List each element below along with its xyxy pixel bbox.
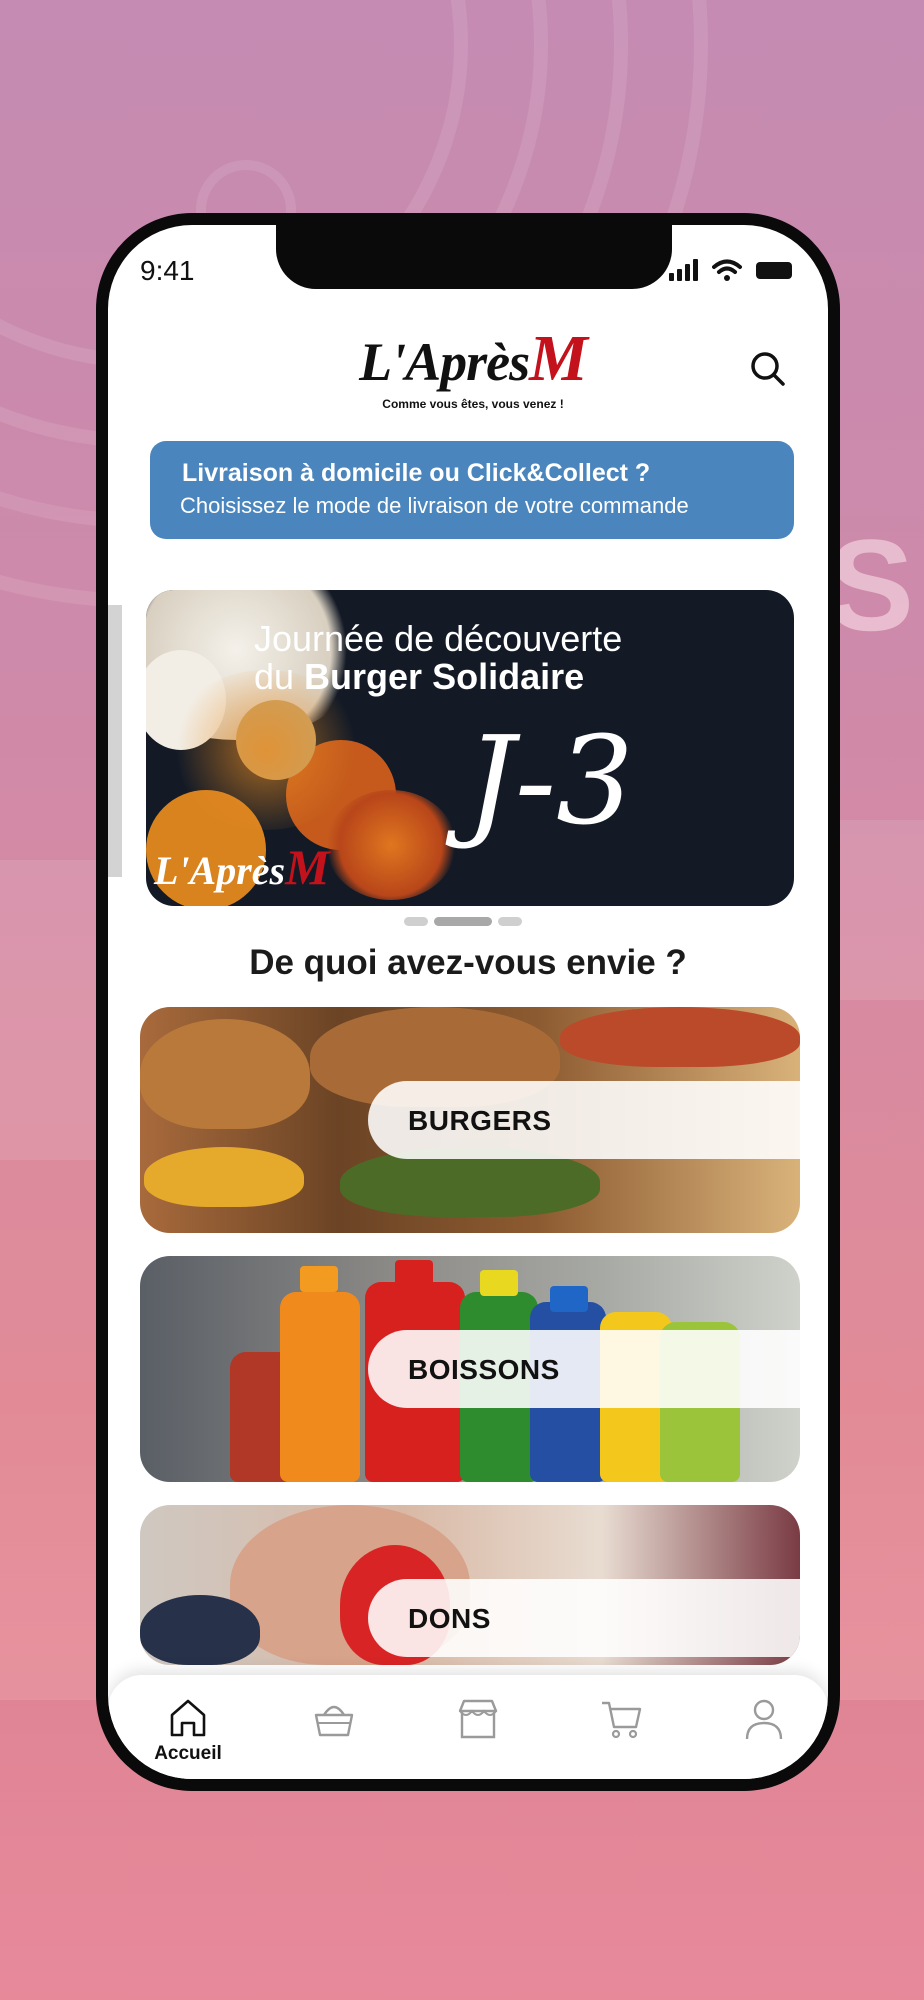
battery-icon — [756, 261, 792, 279]
app-header: L'AprèsM Comme vous êtes, vous venez ! — [108, 315, 828, 415]
home-icon — [170, 1699, 206, 1737]
promo-logo-m-letter: M — [285, 839, 330, 895]
search-icon — [751, 352, 785, 386]
promo-logo-wordmark: L'Après — [154, 848, 286, 893]
promo-title-bold: Burger Solidaire — [304, 656, 585, 697]
bottom-navigation: Accueil — [108, 1675, 828, 1779]
carousel-dot[interactable] — [498, 917, 522, 926]
carousel-previous-peek — [108, 605, 122, 877]
category-card-burgers[interactable]: BURGERS — [140, 1007, 800, 1233]
search-button[interactable] — [748, 349, 788, 389]
category-card-dons[interactable]: DONS — [140, 1505, 800, 1665]
nav-item-label: Accueil — [154, 1743, 222, 1764]
category-label-pill: BOISSONS — [368, 1330, 800, 1408]
nav-item-accueil[interactable]: Accueil — [128, 1675, 248, 1779]
category-label-pill: BURGERS — [368, 1081, 800, 1159]
logo-tagline: Comme vous êtes, vous venez ! — [382, 397, 564, 411]
promo-carousel-slide[interactable]: Journée de découverte du Burger Solidair… — [146, 590, 794, 906]
banner-subtitle: Choisissez le mode de livraison de votre… — [180, 493, 689, 518]
phone-frame: 9:41 L'AprèsM Comme vous êtes, vous vene… — [96, 213, 840, 1791]
promo-title: Journée de découverte du Burger Solidair… — [254, 620, 622, 696]
promo-countdown: J-3 — [466, 710, 634, 852]
category-label: BURGERS — [408, 1105, 552, 1136]
category-label: DONS — [408, 1603, 491, 1634]
category-label-pill: DONS — [368, 1579, 800, 1657]
status-time: 9:41 — [140, 255, 195, 286]
delivery-mode-banner[interactable]: Livraison à domicile ou Click&Collect ? … — [150, 441, 794, 539]
cellular-signal-icon — [669, 259, 698, 281]
user-icon — [745, 1699, 783, 1740]
promo-title-prefix: du — [254, 656, 305, 697]
cart-icon — [602, 1701, 642, 1739]
section-title: De quoi avez-vous envie ? — [249, 943, 687, 982]
basket-icon — [314, 1705, 354, 1737]
logo-wordmark: L'Après — [359, 332, 530, 392]
category-label: BOISSONS — [408, 1354, 560, 1385]
nav-item-basket[interactable] — [272, 1675, 392, 1779]
nav-item-account[interactable] — [704, 1675, 824, 1779]
promo-title-line1: Journée de découverte — [254, 618, 623, 659]
carousel-dot-active[interactable] — [434, 917, 492, 926]
carousel-pagination — [404, 917, 522, 926]
brand-logo[interactable]: L'AprèsM Comme vous êtes, vous venez ! — [348, 321, 598, 411]
nav-item-cart[interactable] — [560, 1675, 680, 1779]
phone-notch — [276, 225, 672, 289]
promo-brand-logo: L'AprèsM — [154, 838, 330, 896]
banner-title: Livraison à domicile ou Click&Collect ? — [182, 459, 651, 487]
category-card-boissons[interactable]: BOISSONS — [140, 1256, 800, 1482]
app-screen: 9:41 L'AprèsM Comme vous êtes, vous vene… — [108, 225, 828, 1779]
wifi-icon — [712, 259, 742, 281]
store-icon — [458, 1699, 498, 1739]
logo-m-letter: M — [529, 322, 588, 395]
nav-item-store[interactable] — [416, 1675, 536, 1779]
carousel-dot[interactable] — [404, 917, 428, 926]
